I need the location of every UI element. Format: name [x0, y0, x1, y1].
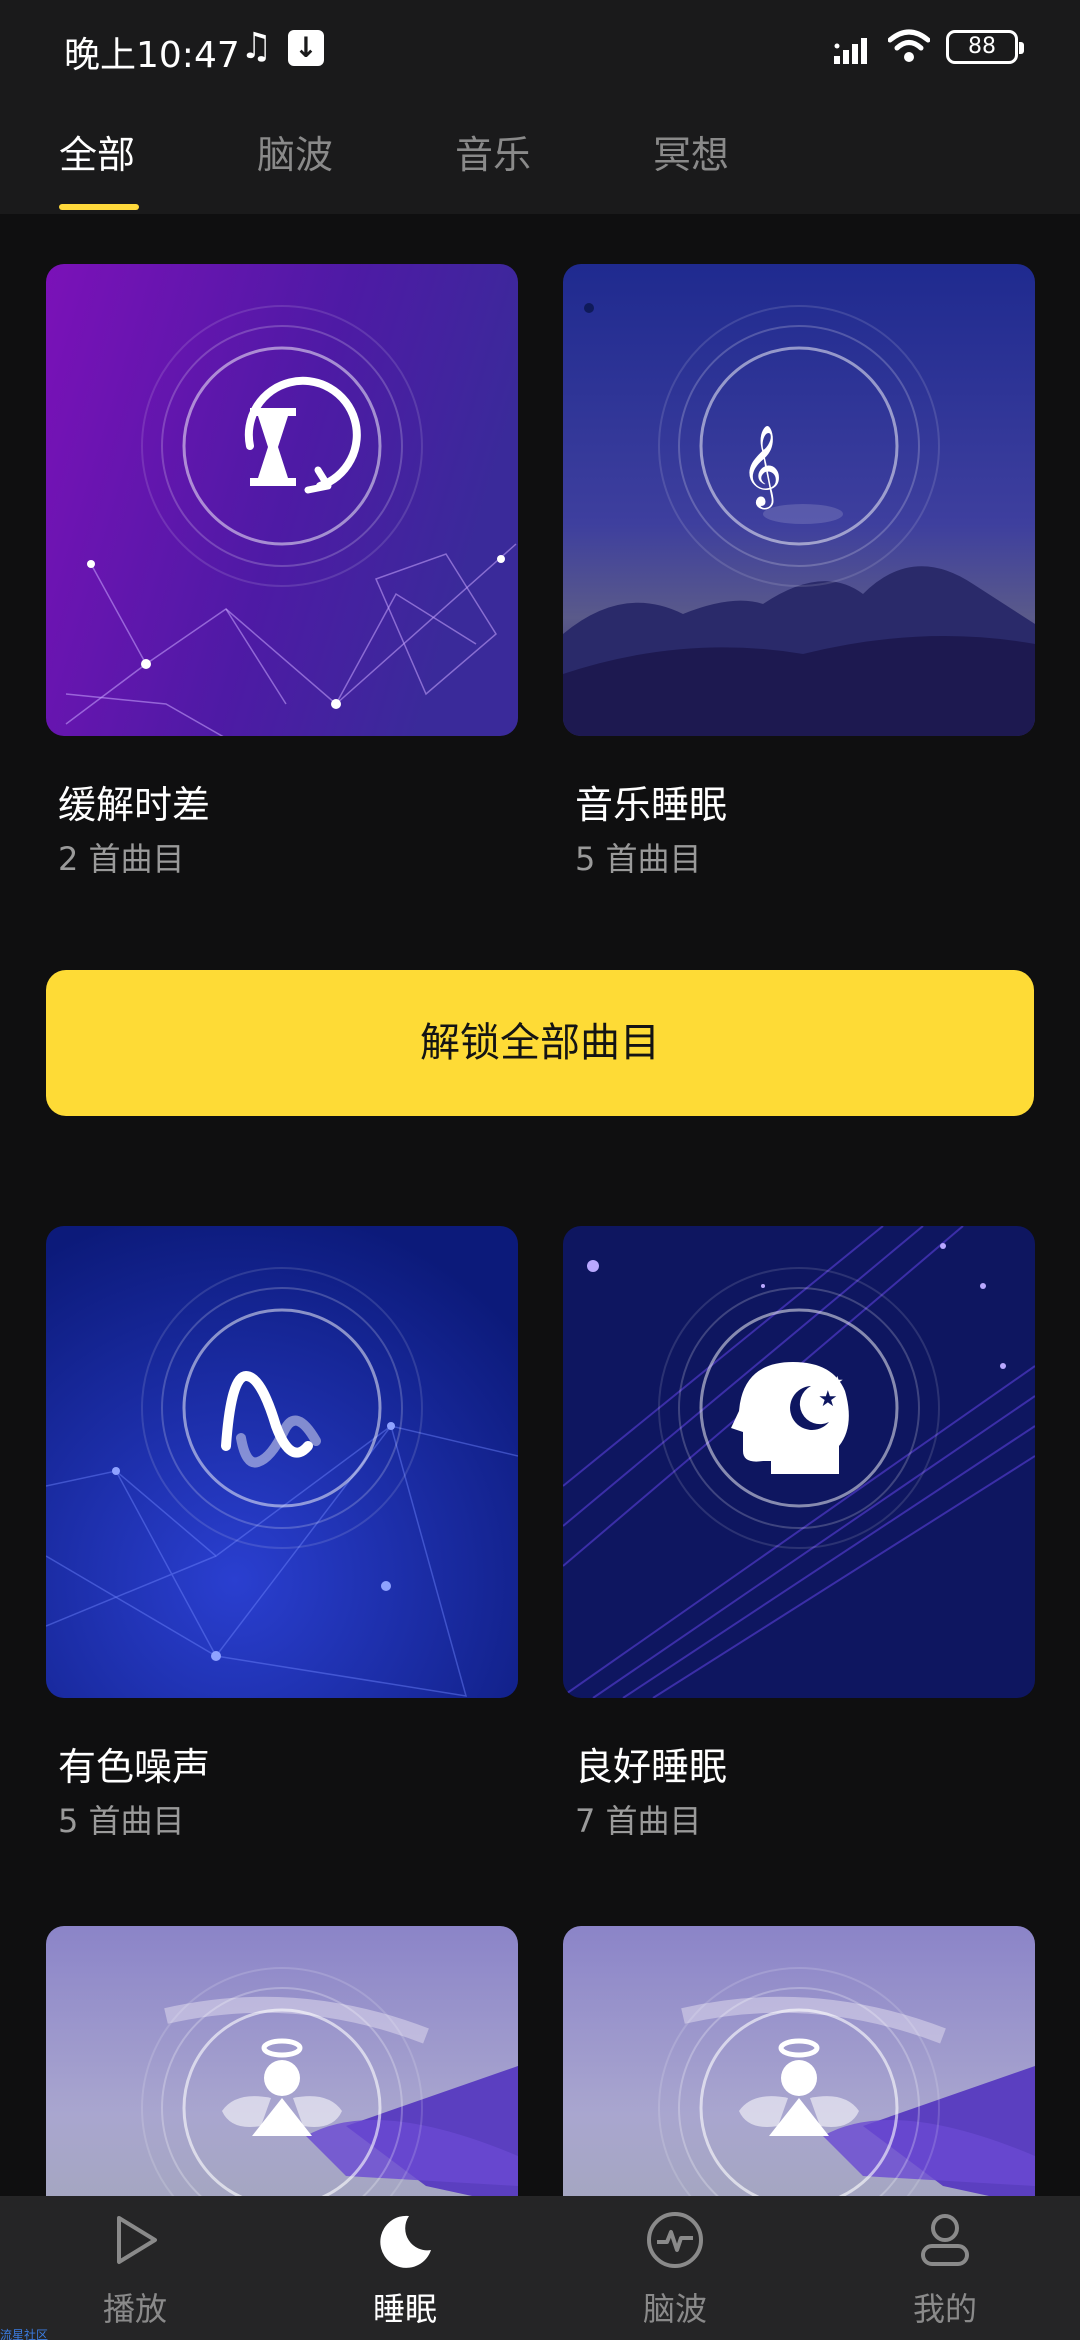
sound-card-angel[interactable]: [46, 1926, 518, 2196]
svg-text:𝄞: 𝄞: [741, 424, 782, 509]
tab-meditation[interactable]: 冥想: [653, 124, 729, 179]
card-title: 音乐睡眠: [575, 783, 728, 827]
watermark: 流星社区: [0, 2328, 49, 2340]
card-thumbnail: [46, 1926, 518, 2196]
nav-profile[interactable]: 我的: [845, 2196, 1045, 2340]
tab-music[interactable]: 音乐: [455, 124, 531, 179]
nav-label: 播放: [102, 2290, 167, 2328]
card-thumbnail: [46, 1226, 518, 1698]
nav-brainwave[interactable]: 脑波: [575, 2196, 775, 2340]
battery-icon: 88: [946, 30, 1024, 64]
wifi-icon: [888, 29, 930, 62]
category-tabs: 全部 脑波 音乐 冥想: [0, 96, 1080, 214]
nav-label: 脑波: [642, 2290, 707, 2328]
nav-play[interactable]: 播放: [35, 2196, 235, 2340]
card-thumbnail: [46, 264, 518, 736]
card-title: 有色噪声: [58, 1745, 211, 1789]
svg-text:★: ★: [818, 1387, 838, 1412]
play-icon: [117, 2216, 157, 2264]
card-track-count: 5 首曲目: [575, 840, 702, 878]
brainwave-icon: [647, 2212, 703, 2268]
bottom-navigation: 播放 睡眠 脑波 我的: [0, 2196, 1080, 2340]
card-track-count: 2 首曲目: [58, 840, 185, 878]
svg-text:★: ★: [831, 1374, 844, 1390]
status-bar: 晚上10:47 ♫ ↓ 88: [0, 0, 1080, 96]
unlock-all-button[interactable]: 解锁全部曲目: [46, 970, 1034, 1116]
card-title: 良好睡眠: [575, 1745, 728, 1789]
card-thumbnail: ★ ★: [563, 1226, 1035, 1698]
card-thumbnail: 𝄞: [563, 264, 1035, 736]
card-title: 缓解时差: [58, 783, 211, 827]
nav-label: 睡眠: [372, 2290, 437, 2328]
active-tab-indicator: [59, 204, 139, 210]
music-note-icon: ♫: [240, 26, 273, 67]
card-track-count: 5 首曲目: [58, 1802, 185, 1840]
profile-icon: [921, 2214, 969, 2266]
card-thumbnail: [563, 1926, 1035, 2196]
moon-icon: [380, 2215, 431, 2268]
tab-all[interactable]: 全部: [59, 124, 135, 179]
nav-sleep[interactable]: 睡眠: [305, 2196, 505, 2340]
status-time: 晚上10:47: [64, 35, 240, 76]
tab-brainwave[interactable]: 脑波: [257, 124, 333, 179]
nav-label: 我的: [912, 2290, 977, 2328]
sound-card-angel-2[interactable]: [563, 1926, 1035, 2196]
card-track-count: 7 首曲目: [575, 1802, 702, 1840]
download-icon: ↓: [288, 30, 324, 66]
signal-icon: [834, 38, 867, 64]
